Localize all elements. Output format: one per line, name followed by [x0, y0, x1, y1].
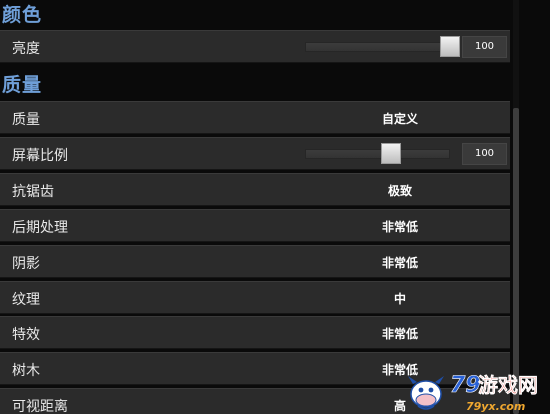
- setting-label-antialiasing: 抗锯齿: [12, 184, 54, 200]
- setting-label-textures: 纹理: [12, 292, 40, 308]
- section-header-quality: 质量: [2, 74, 43, 96]
- setting-label-post-processing: 后期处理: [12, 220, 68, 236]
- setting-label-shadows: 阴影: [12, 256, 40, 272]
- section-header-color: 颜色: [2, 4, 43, 26]
- setting-value-antialiasing[interactable]: 极致: [300, 182, 500, 199]
- brightness-slider-track[interactable]: [305, 42, 450, 52]
- screen-scale-value-box[interactable]: 100: [462, 143, 507, 165]
- setting-row-brightness[interactable]: 亮度 100: [0, 30, 510, 63]
- setting-label-screen-scale: 屏幕比例: [12, 148, 68, 164]
- brightness-value-box[interactable]: 100: [462, 36, 507, 58]
- watermark-logo: 79 游戏网 79yx.com: [408, 373, 538, 413]
- setting-row-effects[interactable]: 特效 非常低: [0, 316, 510, 349]
- setting-label-view-distance: 可视距离: [12, 399, 68, 414]
- setting-row-screen-scale[interactable]: 屏幕比例 100: [0, 137, 510, 170]
- cow-mascot-icon: [408, 376, 444, 410]
- setting-row-post-processing[interactable]: 后期处理 非常低: [0, 209, 510, 242]
- svg-text:79: 79: [450, 373, 481, 398]
- svg-text:游戏网: 游戏网: [478, 373, 538, 397]
- setting-label-brightness: 亮度: [12, 41, 40, 57]
- setting-value-shadows[interactable]: 非常低: [300, 254, 500, 271]
- setting-label-effects: 特效: [12, 327, 40, 343]
- setting-row-quality-preset[interactable]: 质量 自定义: [0, 101, 510, 134]
- setting-row-textures[interactable]: 纹理 中: [0, 281, 510, 314]
- setting-value-textures[interactable]: 中: [300, 290, 500, 307]
- brightness-slider-thumb[interactable]: [440, 36, 460, 57]
- screen-scale-slider-thumb[interactable]: [381, 143, 401, 164]
- settings-page: 颜色 亮度 100 质量 质量 自定义 屏幕比例 100 抗锯齿 极致 后期处理…: [0, 0, 550, 414]
- setting-row-shadows[interactable]: 阴影 非常低: [0, 245, 510, 278]
- setting-value-effects[interactable]: 非常低: [300, 325, 500, 342]
- setting-row-antialiasing[interactable]: 抗锯齿 极致: [0, 173, 510, 206]
- setting-value-quality-preset[interactable]: 自定义: [300, 110, 500, 127]
- screen-scale-slider-track[interactable]: [305, 149, 450, 159]
- setting-value-post-processing[interactable]: 非常低: [300, 218, 500, 235]
- setting-label-foliage: 树木: [12, 363, 40, 379]
- svg-text:79yx.com: 79yx.com: [466, 400, 525, 413]
- setting-label-quality-preset: 质量: [12, 112, 40, 128]
